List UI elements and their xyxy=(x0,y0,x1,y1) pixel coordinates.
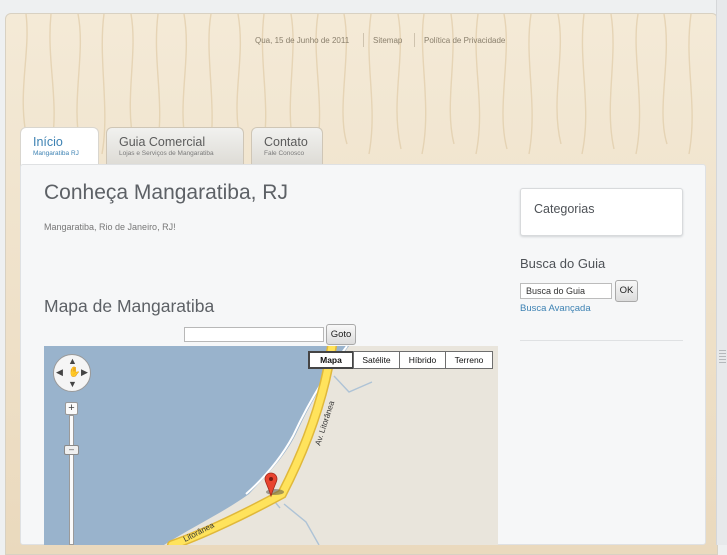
map-view[interactable]: Av. Litorânea Litorânea xyxy=(44,346,498,545)
pan-down-icon[interactable]: ▼ xyxy=(68,380,77,389)
zoom-plus-icon[interactable]: + xyxy=(65,402,78,415)
search-input[interactable] xyxy=(520,283,612,299)
tab-guia-comercial[interactable]: Guia Comercial Lojas e Serviços de Manga… xyxy=(106,127,244,164)
tab-subtitle: Fale Conosco xyxy=(264,150,305,157)
tab-title: Guia Comercial xyxy=(119,135,206,149)
tab-subtitle: Mangaratiba RJ xyxy=(33,150,79,157)
maptype-hibrido[interactable]: Híbrido xyxy=(399,351,446,369)
current-date: Qua, 15 de Junho de 2011 xyxy=(255,36,350,45)
privacy-link[interactable]: Política de Privacidade xyxy=(424,36,505,45)
tab-contato[interactable]: Contato Fale Conosco xyxy=(251,127,323,164)
map-heading: Mapa de Mangaratiba xyxy=(44,296,215,316)
zoom-slider-track[interactable] xyxy=(69,415,74,545)
marker-dot xyxy=(269,477,273,481)
maptype-satelite[interactable]: Satélite xyxy=(353,351,400,369)
pan-right-icon[interactable]: ▶ xyxy=(81,368,88,377)
page-subtitle: Mangaratiba, Rio de Janeiro, RJ! xyxy=(44,222,176,232)
tab-title: Contato xyxy=(264,135,308,149)
goto-button[interactable]: Goto xyxy=(326,324,356,345)
goto-input[interactable] xyxy=(184,327,324,342)
pan-control-icon[interactable]: ▲ ▼ ◀ ▶ ✋ xyxy=(53,354,91,392)
tab-title: Início xyxy=(33,135,63,149)
hand-icon: ✋ xyxy=(68,367,81,378)
pan-up-icon[interactable]: ▲ xyxy=(68,357,77,366)
maptype-terreno[interactable]: Terreno xyxy=(445,351,493,369)
scrollbar-vertical[interactable] xyxy=(716,0,727,545)
pan-left-icon[interactable]: ◀ xyxy=(56,368,63,377)
categories-title: Categorias xyxy=(534,202,595,216)
sidebar-divider xyxy=(520,340,683,341)
maptype-mapa[interactable]: Mapa xyxy=(308,351,354,369)
tab-subtitle: Lojas e Serviços de Mangaratiba xyxy=(119,150,214,157)
map-canvas[interactable]: Av. Litorânea Litorânea xyxy=(44,346,498,545)
search-ok-button[interactable]: OK xyxy=(615,280,638,302)
header-divider xyxy=(414,33,415,47)
tab-inicio[interactable]: Início Mangaratiba RJ xyxy=(20,127,99,167)
zoom-slider-handle[interactable]: – xyxy=(64,445,79,455)
advanced-search-link[interactable]: Busca Avançada xyxy=(520,303,591,314)
search-heading: Busca do Guia xyxy=(520,256,606,271)
header-divider xyxy=(363,33,364,47)
sitemap-link[interactable]: Sitemap xyxy=(373,36,402,45)
page-title: Conheça Mangaratiba, RJ xyxy=(44,181,288,204)
scrollbar-grip[interactable] xyxy=(719,350,726,364)
